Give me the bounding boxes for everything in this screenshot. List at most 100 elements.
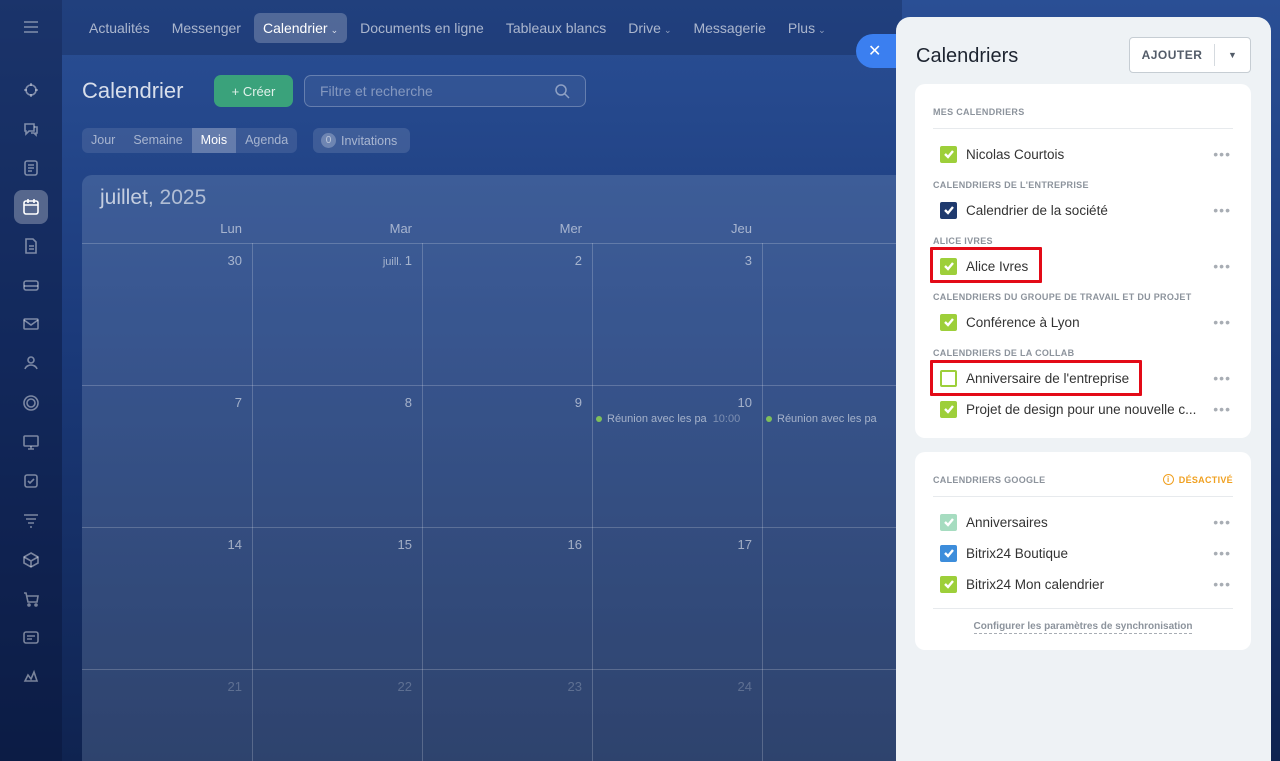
day-cell[interactable]: 3 (602, 253, 752, 268)
view-agenda[interactable]: Agenda (236, 128, 297, 153)
mail-icon[interactable] (14, 307, 48, 341)
calendar-item-design[interactable]: Projet de design pour une nouvelle c... … (940, 398, 1231, 420)
add-calendar-button[interactable]: AJOUTER ▼ (1129, 37, 1251, 73)
day-cell[interactable]: 9 (432, 395, 582, 410)
section-alice: ALICE IVRES (933, 236, 993, 246)
section-collab: CALENDRIERS DE LA COLLAB (933, 348, 1075, 358)
checkbox[interactable] (940, 400, 957, 418)
day-cell[interactable]: 22 (262, 679, 412, 694)
grid-line (592, 243, 593, 761)
calendar-item-mon-calendrier[interactable]: Bitrix24 Mon calendrier ••• (940, 573, 1231, 595)
checkbox[interactable] (940, 575, 957, 593)
more-icon[interactable]: ••• (1207, 401, 1231, 417)
grid-line (252, 243, 253, 761)
more-icon[interactable]: ••• (1207, 576, 1231, 592)
calendar-name: Conférence à Lyon (966, 314, 1080, 330)
check-icon (943, 405, 954, 414)
check-icon (943, 518, 954, 527)
day-cell[interactable]: 17 (602, 537, 752, 552)
calendar-item-anniversaires[interactable]: Anniversaires ••• (940, 511, 1231, 533)
add-label: AJOUTER (1141, 48, 1203, 62)
check-icon (943, 318, 954, 327)
crm-icon[interactable] (14, 660, 48, 694)
day-cell[interactable]: 10 (602, 395, 752, 410)
calendar-item-societe[interactable]: Calendrier de la société ••• (940, 199, 1231, 221)
grid-line (422, 243, 423, 761)
tab-documents-en-ligne[interactable]: Documents en ligne (351, 13, 493, 43)
event-item[interactable]: Réunion avec les pa 10:00 (596, 413, 758, 425)
section-google: CALENDRIERS GOOGLE (933, 475, 1046, 485)
checkbox[interactable] (940, 201, 957, 219)
more-icon[interactable]: ••• (1207, 370, 1231, 386)
checkbox[interactable] (940, 544, 957, 562)
cart-icon[interactable] (14, 582, 48, 616)
google-status[interactable]: i DÉSACTIVÉ (1162, 474, 1233, 485)
day-cell[interactable]: 24 (602, 679, 752, 694)
chevron-down-icon: ⌄ (663, 24, 672, 35)
board-icon[interactable] (14, 425, 48, 459)
event-item[interactable]: Réunion avec les pa (766, 413, 902, 425)
more-icon[interactable]: ••• (1207, 514, 1231, 530)
tab-calendrier[interactable]: Calendrier ⌄ (253, 12, 348, 43)
day-header: Lun (220, 221, 242, 236)
section-company: CALENDRIERS DE L'ENTREPRISE (933, 180, 1089, 190)
day-cell[interactable]: 16 (432, 537, 582, 552)
tab-messagerie[interactable]: Messagerie (684, 13, 774, 43)
sites-icon[interactable] (14, 621, 48, 655)
activity-icon[interactable] (14, 73, 48, 107)
checkbox[interactable] (940, 313, 957, 331)
sync-settings-link[interactable]: Configurer les paramètres de synchronisa… (915, 621, 1251, 634)
divider (933, 128, 1233, 129)
day-cell[interactable]: 2 (432, 253, 582, 268)
more-icon[interactable]: ••• (1207, 146, 1231, 162)
calendar-item-lyon[interactable]: Conférence à Lyon ••• (940, 311, 1231, 333)
calendar-item-nicolas[interactable]: Nicolas Courtois ••• (940, 143, 1231, 165)
filter-icon[interactable] (14, 503, 48, 537)
tab-plus[interactable]: Plus ⌄ (779, 13, 835, 43)
page-title: Calendrier (82, 78, 184, 103)
tab-label: Documents en ligne (360, 19, 484, 36)
invitations-button[interactable]: 0 Invitations (313, 128, 410, 153)
drive-icon[interactable] (14, 268, 48, 302)
sync-settings-label: Configurer les paramètres de synchronisa… (973, 621, 1193, 634)
day-cell[interactable]: 21 (92, 679, 242, 694)
more-icon[interactable]: ••• (1207, 202, 1231, 218)
day-cell[interactable]: 23 (432, 679, 582, 694)
menu-icon[interactable] (14, 10, 48, 44)
tasks-icon[interactable] (14, 464, 48, 498)
checkbox[interactable] (940, 513, 957, 531)
more-icon[interactable]: ••• (1207, 314, 1231, 330)
grid-line (82, 527, 902, 528)
contacts-icon[interactable] (14, 346, 48, 380)
view-mois[interactable]: Mois (191, 128, 237, 153)
tab-messenger[interactable]: Messenger (163, 13, 250, 43)
feed-icon[interactable] (14, 151, 48, 185)
chat-icon[interactable] (14, 112, 48, 146)
day-cell[interactable]: 7 (92, 395, 242, 410)
document-icon[interactable] (14, 229, 48, 263)
more-icon[interactable]: ••• (1207, 258, 1231, 274)
chevron-down-icon: ⌄ (330, 24, 339, 35)
create-button[interactable]: + Créer (214, 75, 293, 107)
view-jour[interactable]: Jour (82, 128, 124, 153)
checkbox[interactable] (940, 145, 957, 163)
tab-actualites[interactable]: Actualités (80, 13, 159, 43)
search-icon[interactable] (554, 83, 570, 99)
search-input[interactable] (320, 83, 540, 99)
calendar-icon[interactable] (14, 190, 48, 224)
day-cell[interactable]: 8 (262, 395, 412, 410)
box-icon[interactable] (14, 543, 48, 577)
day-cell[interactable]: 14 (92, 537, 242, 552)
day-cell[interactable]: 30 (92, 253, 242, 268)
chevron-down-icon[interactable]: ▼ (1215, 50, 1250, 60)
event-title: Réunion avec les pa (607, 413, 707, 425)
day-cell[interactable]: 15 (262, 537, 412, 552)
more-icon[interactable]: ••• (1207, 545, 1231, 561)
tab-drive[interactable]: Drive ⌄ (619, 13, 680, 43)
day-cell[interactable]: juill. 1 (262, 253, 412, 268)
view-semaine[interactable]: Semaine (124, 128, 191, 153)
tab-tableaux-blancs[interactable]: Tableaux blancs (497, 13, 615, 43)
target-icon[interactable] (14, 386, 48, 420)
calendar-name: Projet de design pour une nouvelle c... (966, 401, 1197, 417)
calendar-item-boutique[interactable]: Bitrix24 Boutique ••• (940, 542, 1231, 564)
